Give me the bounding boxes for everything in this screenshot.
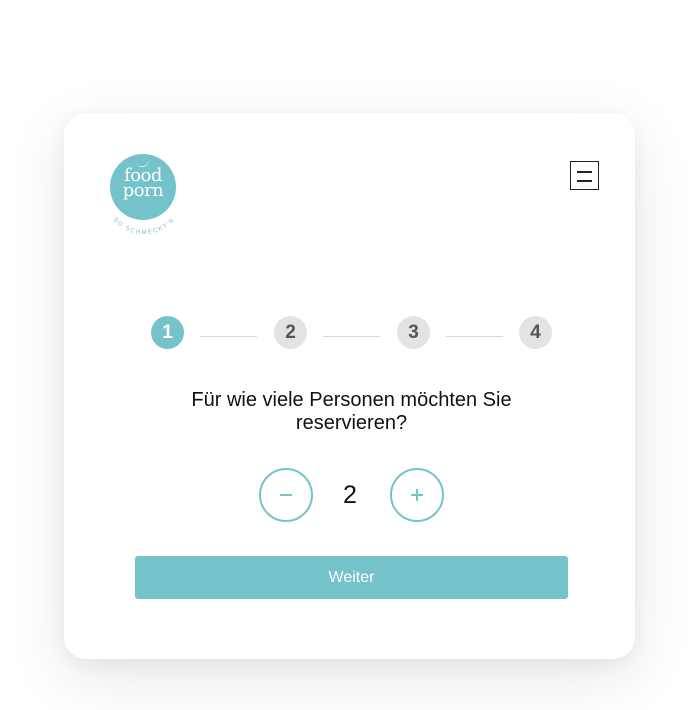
hamburger-menu-icon[interactable] bbox=[570, 161, 599, 190]
step-1: 1 bbox=[151, 316, 184, 349]
reservation-card: food porn SO SCHMECKT'S 1 2 3 4 Für wie … bbox=[64, 113, 635, 659]
guest-count-value: 2 bbox=[343, 481, 357, 509]
food-porn-logo[interactable]: food porn SO SCHMECKT'S bbox=[100, 149, 190, 235]
increment-button[interactable] bbox=[390, 468, 444, 522]
step-3: 3 bbox=[397, 316, 430, 349]
step-connector-2 bbox=[323, 336, 380, 337]
progress-stepper: 1 2 3 4 bbox=[151, 316, 552, 349]
step-4: 4 bbox=[519, 316, 552, 349]
logo-tagline: SO SCHMECKT'S bbox=[112, 217, 177, 235]
minus-icon bbox=[280, 494, 292, 496]
menu-line-top bbox=[577, 171, 592, 173]
logo-tagline-text: SO SCHMECKT'S bbox=[112, 217, 175, 235]
menu-line-bottom bbox=[577, 180, 592, 182]
step-connector-3 bbox=[446, 336, 503, 337]
next-button[interactable]: Weiter bbox=[135, 556, 568, 599]
step-2: 2 bbox=[274, 316, 307, 349]
step-connector-1 bbox=[200, 336, 257, 337]
svg-text:SO SCHMECKT'S: SO SCHMECKT'S bbox=[112, 217, 177, 235]
question-heading: Für wie viele Personen möchten Sie reser… bbox=[191, 389, 512, 434]
decrement-button[interactable] bbox=[259, 468, 313, 522]
